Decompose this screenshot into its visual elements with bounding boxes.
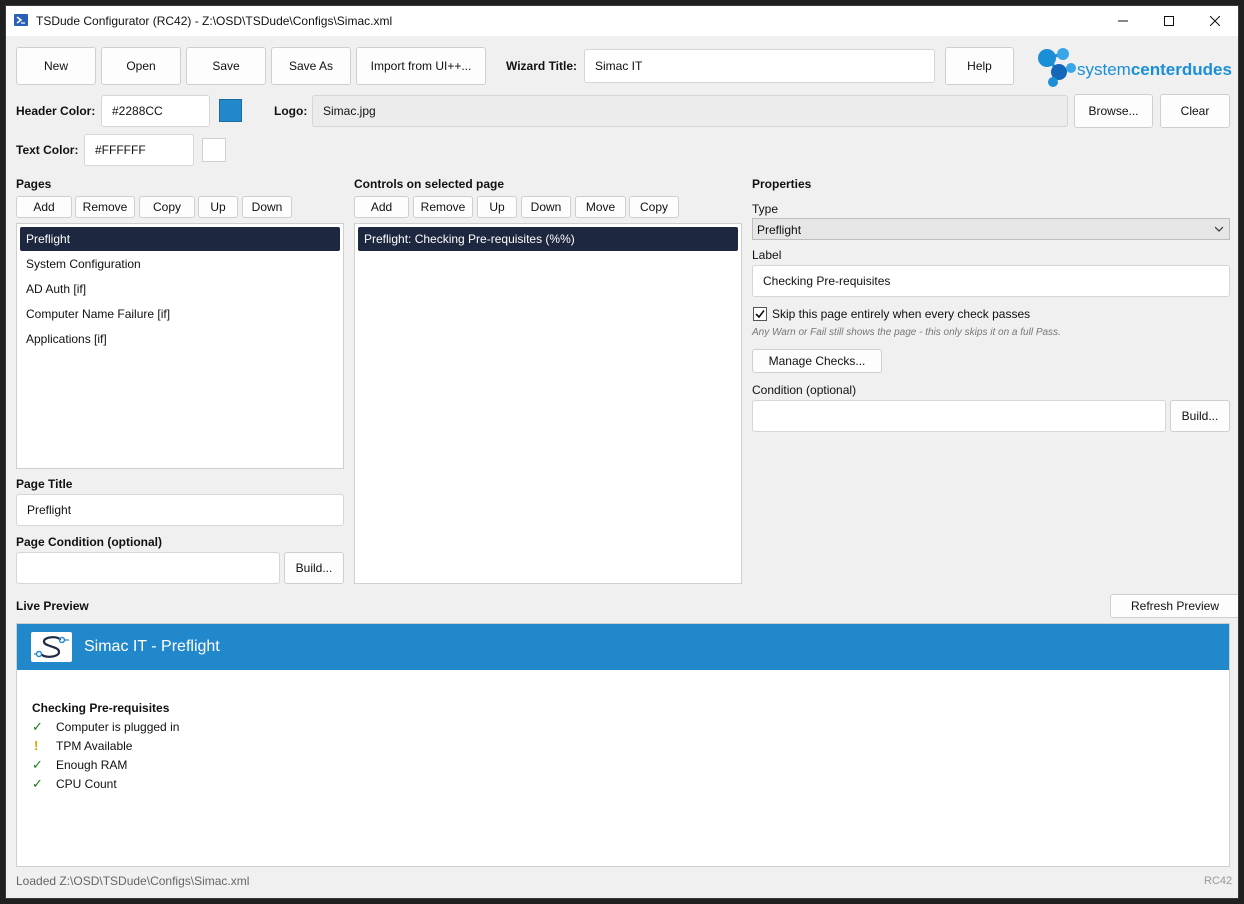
window-title: TSDude Configurator (RC42) - Z:\OSD\TSDu… [36,14,393,28]
clear-logo-button[interactable]: Clear [1160,94,1230,128]
manage-checks-button[interactable]: Manage Checks... [752,349,882,373]
status-message: Loaded Z:\OSD\TSDude\Configs\Simac.xml [16,874,250,888]
logo-path-input[interactable]: Simac.jpg [312,95,1068,127]
systemcenterdudes-logo: systemcenterdudes [1033,44,1233,88]
type-label: Type [752,202,779,216]
open-button[interactable]: Open [101,47,181,85]
brand-wordmark-bold: centerdudes [1130,60,1232,79]
check-item-label: Computer is plugged in [56,720,180,734]
page-list-item[interactable]: Preflight [20,227,340,251]
text-color-label: Text Color: [16,143,79,157]
check-item-label: TPM Available [56,739,133,753]
check-item-label: CPU Count [56,777,117,791]
check-warn-icon: ! [34,738,39,753]
save-as-button[interactable]: Save As [271,47,351,85]
control-up-button[interactable]: Up [477,196,517,218]
import-uipp-button[interactable]: Import from UI++... [356,47,486,85]
page-down-button[interactable]: Down [242,196,292,218]
page-condition-build-button[interactable]: Build... [284,552,344,584]
page-title-label: Page Title [16,477,73,491]
page-list-item[interactable]: Applications [if] [20,327,340,351]
page-list-item[interactable]: AD Auth [if] [20,277,340,301]
title-bar: TSDude Configurator (RC42) - Z:\OSD\TSDu… [6,6,1238,36]
checkmark-icon [755,310,765,319]
page-list-item[interactable]: Computer Name Failure [if] [20,302,340,326]
page-remove-button[interactable]: Remove [75,196,135,218]
page-add-button[interactable]: Add [16,196,72,218]
page-copy-button[interactable]: Copy [139,196,195,218]
condition-input[interactable] [752,400,1166,432]
browse-logo-button[interactable]: Browse... [1074,94,1153,128]
controls-list[interactable]: Preflight: Checking Pre-requisites (%%) [354,223,742,584]
control-copy-button[interactable]: Copy [629,196,679,218]
wizard-title-label: Wizard Title: [506,59,578,73]
preview-section-title: Checking Pre-requisites [32,701,170,715]
brand-wordmark: systemcenterdudes [1077,60,1232,80]
page-up-button[interactable]: Up [198,196,238,218]
page-title-input[interactable]: Preflight [16,494,344,526]
page-condition-input[interactable] [16,552,280,584]
label-input[interactable]: Checking Pre-requisites [752,265,1230,297]
header-color-label: Header Color: [16,104,96,118]
minimize-button[interactable] [1100,6,1146,36]
label-label: Label [752,248,782,262]
live-preview-heading: Live Preview [16,599,89,613]
controls-heading: Controls on selected page [354,177,505,191]
control-remove-button[interactable]: Remove [413,196,473,218]
type-select-value: Preflight [757,223,802,237]
preview-title: Simac IT - Preflight [84,638,220,655]
brand-wordmark-light: system [1077,60,1131,79]
version-badge: RC42 [1204,875,1233,887]
control-down-button[interactable]: Down [521,196,571,218]
preview-logo [31,632,72,662]
condition-label: Condition (optional) [752,383,857,397]
close-button[interactable] [1192,6,1238,36]
header-color-swatch[interactable] [219,99,242,122]
maximize-button[interactable] [1146,6,1192,36]
help-button[interactable]: Help [945,47,1014,85]
header-color-input[interactable]: #2288CC [101,95,210,127]
text-color-swatch[interactable] [202,138,226,162]
page-condition-label: Page Condition (optional) [16,535,162,549]
new-button[interactable]: New [16,47,96,85]
pages-list[interactable]: Preflight System Configuration AD Auth [… [16,223,344,469]
check-pass-icon: ✓ [32,719,43,734]
maximize-icon [1164,16,1174,26]
condition-build-button[interactable]: Build... [1170,400,1230,432]
configurator-window: TSDude Configurator (RC42) - Z:\OSD\TSDu… [5,5,1239,899]
preview-header: Simac IT - Preflight [17,624,1229,670]
logo-label: Logo: [274,104,308,118]
live-preview-panel: Simac IT - Preflight Checking Pre-requis… [16,623,1230,867]
skip-page-checkbox[interactable] [753,307,767,321]
control-move-button[interactable]: Move [575,196,626,218]
control-add-button[interactable]: Add [354,196,409,218]
text-color-input[interactable]: #FFFFFF [84,134,194,166]
control-list-item[interactable]: Preflight: Checking Pre-requisites (%%) [358,227,738,251]
check-pass-icon: ✓ [32,776,43,791]
powershell-icon [14,14,28,26]
check-pass-icon: ✓ [32,757,43,772]
skip-page-note: Any Warn or Fail still shows the page - … [752,327,1061,338]
properties-heading: Properties [752,177,812,191]
close-icon [1210,16,1220,26]
molecule-logo-icon [1038,48,1076,87]
skip-page-label: Skip this page entirely when every check… [772,307,1031,321]
simac-logo-icon [34,636,69,658]
type-select[interactable]: Preflight [752,218,1230,240]
page-list-item[interactable]: System Configuration [20,252,340,276]
save-button[interactable]: Save [186,47,266,85]
pages-heading: Pages [16,177,52,191]
chevron-down-icon [1215,226,1223,232]
refresh-preview-button[interactable]: Refresh Preview [1110,594,1238,618]
check-item-label: Enough RAM [56,758,128,772]
minimize-icon [1118,20,1128,22]
wizard-title-input[interactable]: Simac IT [584,49,935,83]
